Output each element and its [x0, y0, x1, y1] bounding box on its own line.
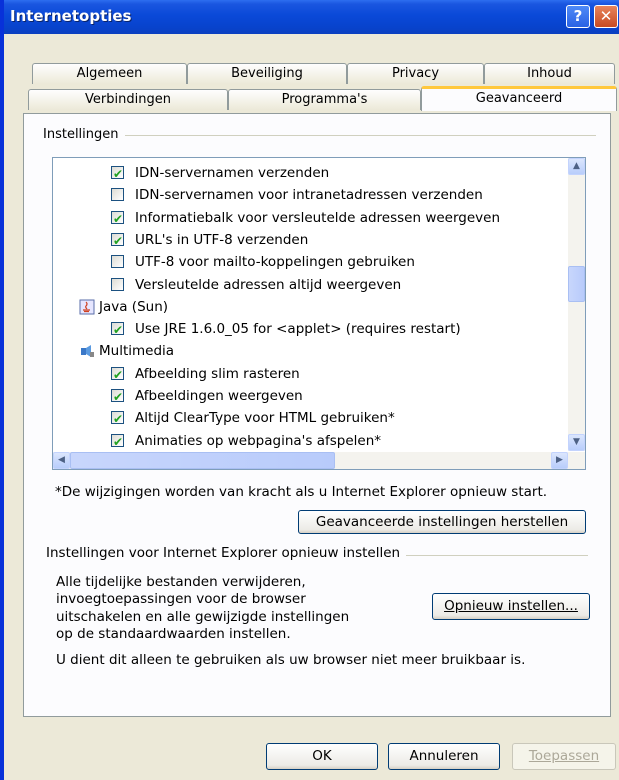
- reset-group-label: Instellingen voor Internet Explorer opni…: [46, 545, 407, 561]
- setting-label: UTF-8 voor mailto-koppelingen gebruiken: [135, 254, 415, 271]
- horizontal-scroll-thumb[interactable]: [70, 452, 335, 469]
- title-bar[interactable]: Internetopties ? ✕: [4, 0, 619, 34]
- checkbox-unchecked[interactable]: [111, 188, 124, 202]
- checkbox-checked[interactable]: ✔: [111, 411, 124, 426]
- check-mark-icon: ✔: [113, 390, 124, 404]
- help-button[interactable]: ?: [566, 5, 590, 28]
- scroll-down-button[interactable]: ▼: [568, 434, 585, 451]
- tab-privacy[interactable]: Privacy: [347, 63, 484, 84]
- apply-button-label: Toepassen: [528, 748, 600, 764]
- setting-label: IDN-servernamen voor intranetadressen ve…: [135, 187, 483, 204]
- check-mark-icon: ✔: [113, 412, 124, 427]
- check-mark-icon: ✔: [113, 434, 124, 449]
- reset-description-line-1: Alle tijdelijke bestanden verwijderen,: [56, 574, 306, 590]
- settings-group-label: Instellingen: [43, 127, 125, 142]
- setting-label: Afbeelding slim rasteren: [135, 365, 300, 382]
- setting-label: Informatiebalk voor versleutelde adresse…: [135, 209, 501, 226]
- category-label: Multimedia: [99, 343, 175, 360]
- check-mark-icon: ✔: [113, 367, 124, 382]
- check-mark-icon: ✔: [113, 233, 124, 248]
- horizontal-scrollbar[interactable]: ◀ ▶: [53, 452, 585, 469]
- setting-label: Versleutelde adressen altijd weergeven: [135, 276, 402, 293]
- checkbox-checked[interactable]: ✔: [111, 166, 124, 181]
- setting-label: URL's in UTF-8 verzenden: [135, 231, 309, 248]
- setting-label: Altijd ClearType voor HTML gebruiken*: [135, 410, 395, 427]
- setting-label: IDN-servernamen verzenden: [135, 165, 330, 181]
- ok-button[interactable]: OK: [266, 743, 378, 770]
- settings-tree-list[interactable]: ✔ IDN-servernamen verzenden IDN-servername…: [52, 157, 586, 470]
- tab-geavanceerd[interactable]: Geavanceerd: [421, 86, 617, 111]
- scroll-up-button[interactable]: ▲: [568, 158, 585, 175]
- tab-algemeen[interactable]: Algemeen: [32, 63, 187, 84]
- reset-warning: U dient dit alleen te gebruiken als uw b…: [56, 652, 526, 668]
- java-icon: [79, 299, 95, 315]
- tab-programmas[interactable]: Programma's: [228, 89, 421, 110]
- reset-button-label: Opnieuw instellen...: [444, 598, 578, 614]
- close-button[interactable]: ✕: [594, 5, 618, 28]
- reset-description-line-4: op de standaardwaarden instellen.: [56, 626, 291, 642]
- scroll-left-button[interactable]: ◀: [53, 452, 70, 469]
- checkbox-checked[interactable]: ✔: [111, 232, 124, 248]
- restart-note: *De wijzigingen worden van kracht als u …: [55, 484, 548, 500]
- checkbox-unchecked[interactable]: [111, 277, 124, 291]
- reset-description-line-3: uitschakelen en alle gewijzigde instelli…: [56, 609, 350, 625]
- checkbox-checked[interactable]: ✔: [111, 322, 124, 337]
- apply-button[interactable]: Toepassen: [512, 743, 616, 770]
- setting-label: Use JRE 1.6.0_05 for <applet> (requires …: [135, 321, 461, 338]
- vertical-scroll-thumb[interactable]: [568, 266, 585, 302]
- check-mark-icon: ✔: [113, 323, 124, 338]
- scroll-right-button[interactable]: ▶: [551, 452, 568, 469]
- checkbox-checked[interactable]: ✔: [111, 210, 124, 226]
- multimedia-icon: [79, 343, 95, 359]
- setting-label: Animaties op webpagina's afspelen*: [135, 432, 381, 449]
- window-title: Internetopties: [10, 7, 132, 25]
- check-mark-icon: ✔: [113, 167, 124, 181]
- settings-group-divider: [48, 135, 596, 136]
- checkbox-checked[interactable]: ✔: [111, 389, 124, 404]
- tab-verbindingen[interactable]: Verbindingen: [28, 89, 228, 110]
- checkbox-unchecked[interactable]: [111, 255, 124, 269]
- checkbox-checked[interactable]: ✔: [111, 366, 124, 382]
- cancel-button[interactable]: Annuleren: [388, 743, 500, 770]
- internet-options-window: Internetopties ? ✕ Algemeen Beveiliging …: [0, 0, 619, 780]
- reset-description-line-2: invoegtoepassingen voor de browser: [56, 591, 306, 607]
- setting-label: Afbeeldingen weergeven: [135, 388, 303, 404]
- category-label: Java (Sun): [99, 298, 169, 315]
- tab-beveiliging[interactable]: Beveiliging: [187, 63, 347, 84]
- restore-advanced-settings-button[interactable]: Geavanceerde instellingen herstellen: [298, 510, 586, 534]
- reset-button[interactable]: Opnieuw instellen...: [432, 593, 590, 620]
- vertical-scrollbar[interactable]: ▲ ▼: [568, 158, 585, 451]
- check-mark-icon: ✔: [113, 211, 124, 226]
- checkbox-checked[interactable]: ✔: [111, 433, 124, 449]
- tab-inhoud[interactable]: Inhoud: [484, 63, 615, 84]
